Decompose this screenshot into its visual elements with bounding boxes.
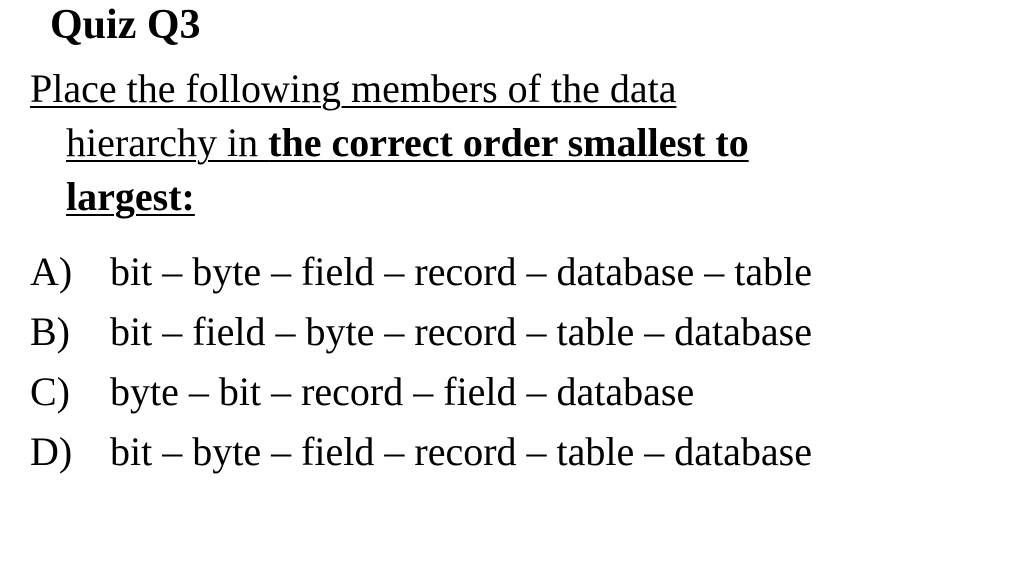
prompt-line-2: hierarchy in the correct order smallest …	[66, 116, 1004, 170]
option-d: D) bit – byte – field – record – table –…	[30, 422, 1004, 482]
prompt-line-2-pre: hierarchy in	[66, 120, 268, 165]
question-prompt: Place the following members of the data …	[30, 62, 1004, 224]
option-label: B)	[30, 302, 110, 362]
option-text: bit – byte – field – record – table – da…	[110, 422, 1004, 482]
options-list: A) bit – byte – field – record – databas…	[30, 242, 1004, 482]
option-label: D)	[30, 422, 110, 482]
option-text: bit – field – byte – record – table – da…	[110, 302, 1004, 362]
prompt-line-1: Place the following members of the data	[30, 66, 676, 111]
quiz-heading: Quiz Q3	[50, 0, 1004, 50]
option-text: byte – bit – record – field – database	[110, 362, 1004, 422]
option-label: C)	[30, 362, 110, 422]
option-text: bit – byte – field – record – database –…	[110, 242, 1004, 302]
option-c: C) byte – bit – record – field – databas…	[30, 362, 1004, 422]
option-a: A) bit – byte – field – record – databas…	[30, 242, 1004, 302]
prompt-line-2-bold: the correct order smallest to	[268, 120, 749, 165]
prompt-line-3: largest:	[66, 170, 1004, 224]
option-label: A)	[30, 242, 110, 302]
option-b: B) bit – field – byte – record – table –…	[30, 302, 1004, 362]
